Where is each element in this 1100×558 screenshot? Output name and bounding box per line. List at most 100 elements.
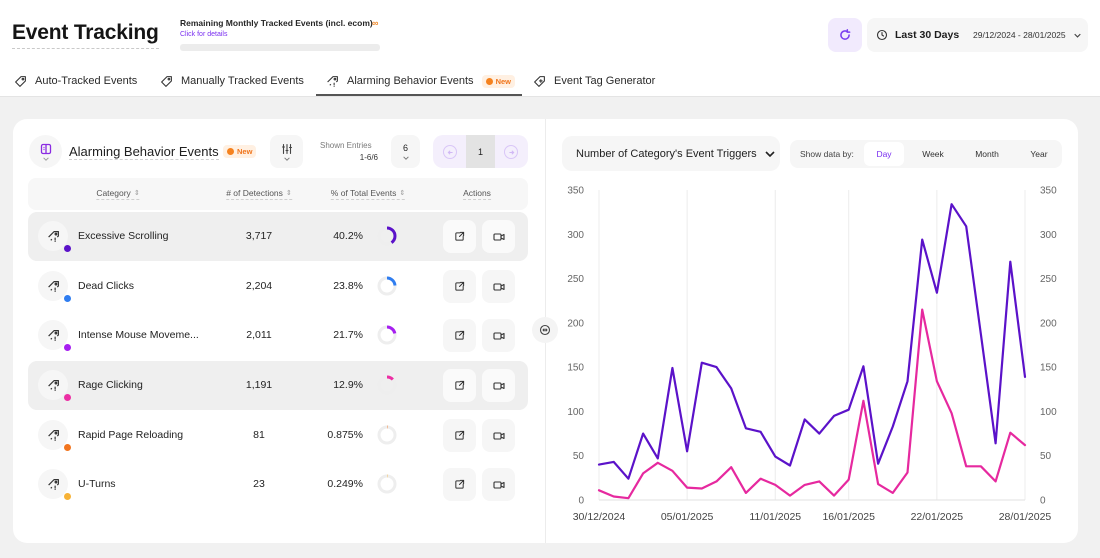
y-tick-label-left: 250 [567,274,584,285]
category-name: Rapid Page Reloading [78,429,184,441]
category-color-dot [63,492,72,501]
sort-icon: ⇕ [285,190,292,197]
category-color-dot [63,244,72,253]
open-details-button[interactable] [443,468,476,501]
prev-page-button[interactable] [443,145,457,159]
video-icon [492,282,505,291]
percent-of-total: 23.8% [333,280,363,292]
open-details-button[interactable] [443,270,476,303]
watch-recordings-button[interactable] [482,468,515,501]
page-size-select[interactable]: 6 [391,135,420,168]
y-tick-label-right: 350 [1040,186,1057,197]
clock-icon [876,29,888,41]
watch-recordings-button[interactable] [482,270,515,303]
y-tick-label-right: 200 [1040,318,1057,329]
y-tick-label-right: 100 [1040,407,1057,418]
x-tick-label: 22/01/2025 [911,511,964,523]
column-header-category[interactable]: Category ⇕ [96,188,140,200]
tab-manually-tracked-events[interactable]: Manually Tracked Events [160,72,304,90]
quota-badge: ∞ [372,18,379,28]
y-tick-label-right: 50 [1040,451,1052,462]
y-tick-label-left: 300 [567,230,584,241]
watch-recordings-button[interactable] [482,369,515,402]
tab-label: Auto-Tracked Events [35,75,138,87]
next-page-button[interactable] [504,145,518,159]
y-tick-label-left: 50 [573,451,585,462]
sort-icon: ⇕ [133,190,140,197]
video-icon [492,480,505,489]
quota-label: Remaining Monthly Tracked Events (incl. … [180,18,373,28]
badge-dot [227,148,234,155]
active-tab-indicator [316,94,522,96]
refresh-button[interactable] [828,18,862,52]
page-title: Event Tracking [12,19,159,49]
pagination: 1 [433,135,528,168]
column-label: % of Total Events [330,188,397,198]
sort-icon: ⇕ [399,190,406,197]
percent-donut [377,474,397,494]
column-header-percent[interactable]: % of Total Events ⇕ [330,188,406,200]
shown-entries-label: Shown Entries [320,141,372,150]
arrow-right-icon [508,149,514,155]
y-tick-label-right: 0 [1040,496,1046,507]
watch-recordings-button[interactable] [482,220,515,253]
table-row[interactable]: Intense Mouse Moveme... 2,011 21.7% [28,311,528,360]
date-range: 29/12/2024 - 28/01/2025 [973,30,1066,40]
open-details-button[interactable] [443,220,476,253]
category-color-dot [63,343,72,352]
sliders-icon [281,143,292,154]
chevron-down-icon [42,156,49,161]
panel-view-toggle[interactable] [29,135,62,168]
y-tick-label-left: 200 [567,318,584,329]
y-tick-label-right: 150 [1040,363,1057,374]
series-line-rage-clicking [597,308,1027,500]
table-row[interactable]: Excessive Scrolling 3,717 40.2% [28,212,528,261]
percent-of-total: 0.249% [327,478,363,490]
category-name: U-Turns [78,478,116,490]
granularity-week[interactable]: Week [913,142,953,166]
quota-details-link[interactable]: Click for details [180,31,227,38]
column-label: Actions [463,188,491,198]
watch-recordings-button[interactable] [482,419,515,452]
table-row[interactable]: Rapid Page Reloading 81 0.875% [28,411,528,460]
external-link-icon [455,281,465,291]
badge-label: New [495,76,511,86]
category-name: Intense Mouse Moveme... [78,329,199,341]
open-details-button[interactable] [443,369,476,402]
table-row[interactable]: U-Turns 23 0.249% [28,460,528,509]
granularity-year[interactable]: Year [1019,142,1059,166]
metric-dropdown[interactable]: Number of Category's Event Triggers [562,136,780,171]
table-row[interactable]: Dead Clicks 2,204 23.8% [28,262,528,311]
page-size-value: 6 [402,143,408,153]
open-details-button[interactable] [443,319,476,352]
category-color-dot [63,443,72,452]
category-name: Excessive Scrolling [78,230,169,242]
open-details-button[interactable] [443,419,476,452]
granularity-month[interactable]: Month [965,142,1009,166]
watch-recordings-button[interactable] [482,319,515,352]
tag-icon [15,75,26,87]
x-tick-label: 28/01/2025 [999,511,1052,523]
tab-alarming-behavior-events[interactable]: Alarming Behavior Events New [326,72,515,90]
column-label: # of Detections [226,188,283,198]
category-color-dot [63,393,72,402]
donut-track [377,474,397,494]
current-page[interactable]: 1 [466,135,495,168]
tab-event-tag-generator[interactable]: Event Tag Generator [533,72,655,90]
granularity-day[interactable]: Day [864,142,904,166]
date-range-picker[interactable]: Last 30 Days 29/12/2024 - 28/01/2025 [867,18,1088,52]
panel-title: Alarming Behavior Events [69,144,219,160]
detections-count: 3,717 [245,230,273,242]
tag-generator-icon [534,75,545,87]
x-tick-label: 30/12/2024 [573,511,626,523]
column-settings-button[interactable] [270,135,303,168]
badge-label: New [237,147,253,156]
chevron-down-icon [402,156,409,160]
percent-of-total: 0.875% [327,429,363,441]
category-color-dot [63,294,72,303]
detections-count: 23 [253,478,265,490]
table-row[interactable]: Rage Clicking 1,191 12.9% [28,361,528,410]
column-header-detections[interactable]: # of Detections ⇕ [226,188,292,200]
tab-auto-tracked-events[interactable]: Auto-Tracked Events [14,72,137,90]
video-icon [492,232,505,241]
